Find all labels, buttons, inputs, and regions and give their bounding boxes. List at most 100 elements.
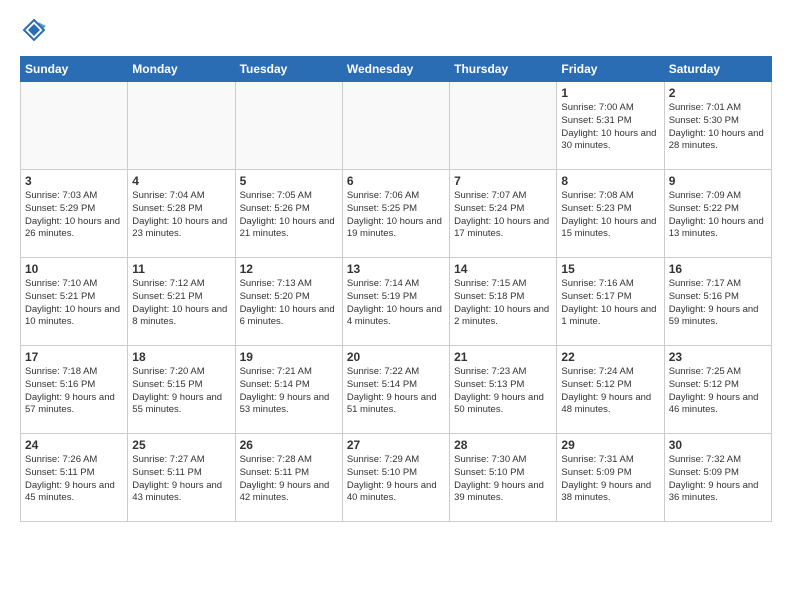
calendar-cell: 30 Sunrise: 7:32 AM Sunset: 5:09 PM Dayli… bbox=[664, 434, 771, 522]
day-detail: Sunrise: 7:10 AM Sunset: 5:21 PM Dayligh… bbox=[25, 278, 123, 329]
day-detail: Sunrise: 7:17 AM Sunset: 5:16 PM Dayligh… bbox=[669, 278, 767, 329]
day-number: 25 bbox=[132, 438, 230, 452]
day-detail: Sunrise: 7:06 AM Sunset: 5:25 PM Dayligh… bbox=[347, 190, 445, 241]
day-number: 5 bbox=[240, 174, 338, 188]
calendar-week-row: 10Sunrise: 7:10 AM Sunset: 5:21 PM Dayli… bbox=[21, 258, 772, 346]
day-number: 22 bbox=[561, 350, 659, 364]
weekday-header: Wednesday bbox=[342, 57, 449, 82]
calendar-week-row: 24Sunrise: 7:26 AM Sunset: 5:11 PM Dayli… bbox=[21, 434, 772, 522]
calendar-cell: 22 Sunrise: 7:24 AM Sunset: 5:12 PM Dayli… bbox=[557, 346, 664, 434]
calendar-cell: 7Sunrise: 7:07 AM Sunset: 5:24 PM Daylig… bbox=[450, 170, 557, 258]
calendar-cell bbox=[450, 82, 557, 170]
day-detail: Sunrise: 7:23 AM Sunset: 5:13 PM Dayligh… bbox=[454, 366, 552, 417]
calendar-cell: 12 Sunrise: 7:13 AM Sunset: 5:20 PM Dayli… bbox=[235, 258, 342, 346]
calendar-cell: 10Sunrise: 7:10 AM Sunset: 5:21 PM Dayli… bbox=[21, 258, 128, 346]
day-detail: Sunrise: 7:03 AM Sunset: 5:29 PM Dayligh… bbox=[25, 190, 123, 241]
day-detail: Sunrise: 7:08 AM Sunset: 5:23 PM Dayligh… bbox=[561, 190, 659, 241]
calendar-cell bbox=[342, 82, 449, 170]
calendar-cell: 3 Sunrise: 7:03 AM Sunset: 5:29 PM Daylig… bbox=[21, 170, 128, 258]
day-number: 12 bbox=[240, 262, 338, 276]
calendar-cell: 8Sunrise: 7:08 AM Sunset: 5:23 PM Daylig… bbox=[557, 170, 664, 258]
calendar-cell: 24Sunrise: 7:26 AM Sunset: 5:11 PM Dayli… bbox=[21, 434, 128, 522]
day-number: 2 bbox=[669, 86, 767, 100]
day-number: 1 bbox=[561, 86, 659, 100]
calendar-cell: 9 Sunrise: 7:09 AM Sunset: 5:22 PM Daylig… bbox=[664, 170, 771, 258]
day-detail: Sunrise: 7:09 AM Sunset: 5:22 PM Dayligh… bbox=[669, 190, 767, 241]
day-detail: Sunrise: 7:14 AM Sunset: 5:19 PM Dayligh… bbox=[347, 278, 445, 329]
calendar-cell: 19 Sunrise: 7:21 AM Sunset: 5:14 PM Dayli… bbox=[235, 346, 342, 434]
calendar-cell: 27 Sunrise: 7:29 AM Sunset: 5:10 PM Dayli… bbox=[342, 434, 449, 522]
logo bbox=[20, 16, 52, 44]
calendar-cell: 28 Sunrise: 7:30 AM Sunset: 5:10 PM Dayli… bbox=[450, 434, 557, 522]
day-detail: Sunrise: 7:13 AM Sunset: 5:20 PM Dayligh… bbox=[240, 278, 338, 329]
day-number: 28 bbox=[454, 438, 552, 452]
day-detail: Sunrise: 7:18 AM Sunset: 5:16 PM Dayligh… bbox=[25, 366, 123, 417]
calendar-table: SundayMondayTuesdayWednesdayThursdayFrid… bbox=[20, 56, 772, 522]
calendar-cell: 21 Sunrise: 7:23 AM Sunset: 5:13 PM Dayli… bbox=[450, 346, 557, 434]
calendar-cell: 4Sunrise: 7:04 AM Sunset: 5:28 PM Daylig… bbox=[128, 170, 235, 258]
calendar-cell bbox=[235, 82, 342, 170]
calendar-cell bbox=[21, 82, 128, 170]
day-detail: Sunrise: 7:31 AM Sunset: 5:09 PM Dayligh… bbox=[561, 454, 659, 505]
day-number: 16 bbox=[669, 262, 767, 276]
weekday-header: Sunday bbox=[21, 57, 128, 82]
day-detail: Sunrise: 7:21 AM Sunset: 5:14 PM Dayligh… bbox=[240, 366, 338, 417]
day-number: 26 bbox=[240, 438, 338, 452]
day-number: 27 bbox=[347, 438, 445, 452]
calendar-cell: 17 Sunrise: 7:18 AM Sunset: 5:16 PM Dayli… bbox=[21, 346, 128, 434]
day-number: 19 bbox=[240, 350, 338, 364]
weekday-header: Monday bbox=[128, 57, 235, 82]
day-number: 29 bbox=[561, 438, 659, 452]
day-detail: Sunrise: 7:04 AM Sunset: 5:28 PM Dayligh… bbox=[132, 190, 230, 241]
weekday-header: Saturday bbox=[664, 57, 771, 82]
calendar-cell: 25 Sunrise: 7:27 AM Sunset: 5:11 PM Dayli… bbox=[128, 434, 235, 522]
day-detail: Sunrise: 7:24 AM Sunset: 5:12 PM Dayligh… bbox=[561, 366, 659, 417]
day-detail: Sunrise: 7:29 AM Sunset: 5:10 PM Dayligh… bbox=[347, 454, 445, 505]
calendar-cell: 14 Sunrise: 7:15 AM Sunset: 5:18 PM Dayli… bbox=[450, 258, 557, 346]
calendar-cell: 11 Sunrise: 7:12 AM Sunset: 5:21 PM Dayli… bbox=[128, 258, 235, 346]
day-detail: Sunrise: 7:16 AM Sunset: 5:17 PM Dayligh… bbox=[561, 278, 659, 329]
day-number: 18 bbox=[132, 350, 230, 364]
page-container: SundayMondayTuesdayWednesdayThursdayFrid… bbox=[0, 0, 792, 532]
day-number: 9 bbox=[669, 174, 767, 188]
day-number: 11 bbox=[132, 262, 230, 276]
day-detail: Sunrise: 7:12 AM Sunset: 5:21 PM Dayligh… bbox=[132, 278, 230, 329]
calendar-week-row: 17 Sunrise: 7:18 AM Sunset: 5:16 PM Dayli… bbox=[21, 346, 772, 434]
calendar-cell: 23Sunrise: 7:25 AM Sunset: 5:12 PM Dayli… bbox=[664, 346, 771, 434]
day-number: 21 bbox=[454, 350, 552, 364]
day-number: 3 bbox=[25, 174, 123, 188]
day-detail: Sunrise: 7:20 AM Sunset: 5:15 PM Dayligh… bbox=[132, 366, 230, 417]
day-detail: Sunrise: 7:22 AM Sunset: 5:14 PM Dayligh… bbox=[347, 366, 445, 417]
day-detail: Sunrise: 7:28 AM Sunset: 5:11 PM Dayligh… bbox=[240, 454, 338, 505]
day-number: 7 bbox=[454, 174, 552, 188]
day-detail: Sunrise: 7:32 AM Sunset: 5:09 PM Dayligh… bbox=[669, 454, 767, 505]
weekday-header: Tuesday bbox=[235, 57, 342, 82]
calendar-week-row: 1 Sunrise: 7:00 AM Sunset: 5:31 PM Daylig… bbox=[21, 82, 772, 170]
day-number: 17 bbox=[25, 350, 123, 364]
calendar-header-row: SundayMondayTuesdayWednesdayThursdayFrid… bbox=[21, 57, 772, 82]
calendar-cell: 16 Sunrise: 7:17 AM Sunset: 5:16 PM Dayli… bbox=[664, 258, 771, 346]
calendar-cell: 1 Sunrise: 7:00 AM Sunset: 5:31 PM Daylig… bbox=[557, 82, 664, 170]
day-number: 24 bbox=[25, 438, 123, 452]
calendar-cell: 13 Sunrise: 7:14 AM Sunset: 5:19 PM Dayli… bbox=[342, 258, 449, 346]
day-detail: Sunrise: 7:30 AM Sunset: 5:10 PM Dayligh… bbox=[454, 454, 552, 505]
calendar-week-row: 3 Sunrise: 7:03 AM Sunset: 5:29 PM Daylig… bbox=[21, 170, 772, 258]
logo-icon bbox=[20, 16, 48, 44]
day-detail: Sunrise: 7:05 AM Sunset: 5:26 PM Dayligh… bbox=[240, 190, 338, 241]
calendar-cell: 29 Sunrise: 7:31 AM Sunset: 5:09 PM Dayli… bbox=[557, 434, 664, 522]
calendar-cell: 15 Sunrise: 7:16 AM Sunset: 5:17 PM Dayli… bbox=[557, 258, 664, 346]
day-detail: Sunrise: 7:27 AM Sunset: 5:11 PM Dayligh… bbox=[132, 454, 230, 505]
day-detail: Sunrise: 7:00 AM Sunset: 5:31 PM Dayligh… bbox=[561, 102, 659, 153]
day-number: 14 bbox=[454, 262, 552, 276]
day-number: 30 bbox=[669, 438, 767, 452]
day-detail: Sunrise: 7:15 AM Sunset: 5:18 PM Dayligh… bbox=[454, 278, 552, 329]
calendar-cell: 6 Sunrise: 7:06 AM Sunset: 5:25 PM Daylig… bbox=[342, 170, 449, 258]
calendar-cell: 18 Sunrise: 7:20 AM Sunset: 5:15 PM Dayli… bbox=[128, 346, 235, 434]
calendar-cell: 26 Sunrise: 7:28 AM Sunset: 5:11 PM Dayli… bbox=[235, 434, 342, 522]
day-number: 6 bbox=[347, 174, 445, 188]
weekday-header: Friday bbox=[557, 57, 664, 82]
day-number: 13 bbox=[347, 262, 445, 276]
day-detail: Sunrise: 7:25 AM Sunset: 5:12 PM Dayligh… bbox=[669, 366, 767, 417]
day-number: 15 bbox=[561, 262, 659, 276]
calendar-cell: 20Sunrise: 7:22 AM Sunset: 5:14 PM Dayli… bbox=[342, 346, 449, 434]
